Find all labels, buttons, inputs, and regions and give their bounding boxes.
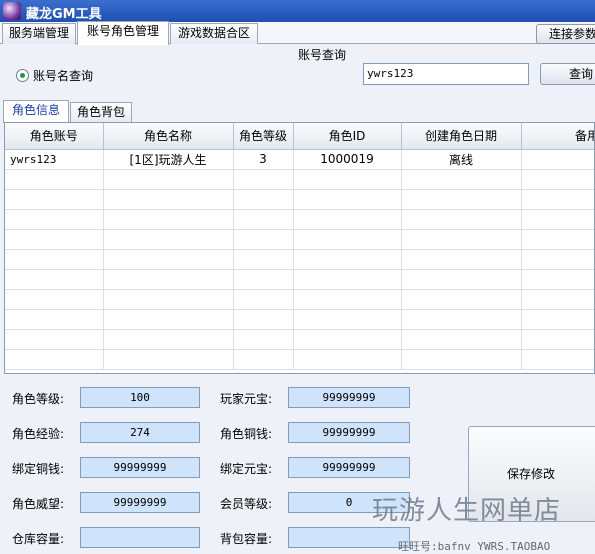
vip-level-label: 会员等级: <box>220 497 273 511</box>
bound-yuanbao-field[interactable]: 99999999 <box>288 457 410 478</box>
tab-server-management[interactable]: 服务端管理 <box>2 23 76 44</box>
bag-capacity-field[interactable] <box>288 527 410 548</box>
tab-game-data-merge[interactable]: 游戏数据合区 <box>170 23 258 44</box>
window-title: 藏龙GM工具 <box>26 7 102 22</box>
table-row <box>5 189 594 210</box>
table-row <box>5 329 594 350</box>
table-row <box>5 349 594 370</box>
column-header[interactable]: 创建角色日期 <box>401 123 522 150</box>
account-query-panel: 账号查询 账号名查询 ywrs123 查询 <box>0 45 595 95</box>
radio-label: 账号名查询 <box>33 69 94 83</box>
table-row <box>5 229 594 250</box>
table-row <box>5 309 594 330</box>
tab-role-backpack[interactable]: 角色背包 <box>70 102 132 122</box>
cell-create-date[interactable]: 离线 <box>401 149 522 170</box>
column-header[interactable]: 角色名称 <box>103 123 234 150</box>
account-query-label: 账号查询 <box>298 48 347 62</box>
bound-copper-field[interactable]: 99999999 <box>80 457 200 478</box>
watermark-text: 玩游人生网单店 <box>372 496 562 526</box>
title-bar: 藏龙GM工具 <box>0 0 595 22</box>
bag-capacity-label: 背包容量: <box>220 532 273 546</box>
player-yuanbao-field[interactable]: 99999999 <box>288 387 410 408</box>
app-logo-icon <box>3 2 21 20</box>
column-header[interactable]: 角色ID <box>293 123 402 150</box>
account-search-input[interactable]: ywrs123 <box>363 63 529 85</box>
warehouse-capacity-field[interactable] <box>80 527 200 548</box>
column-header[interactable]: 角色账号 <box>5 123 104 150</box>
tab-account-role-management[interactable]: 账号角色管理 <box>77 21 169 45</box>
role-level-label: 角色等级: <box>12 392 65 406</box>
role-prestige-label: 角色威望: <box>12 497 65 511</box>
tab-role-info[interactable]: 角色信息 <box>3 100 69 123</box>
bound-yuanbao-label: 绑定元宝: <box>220 462 273 476</box>
role-prestige-field[interactable]: 99999999 <box>80 492 200 513</box>
bound-copper-label: 绑定铜钱: <box>12 462 65 476</box>
role-edit-panel: 角色等级: 100 玩家元宝: 99999999 角色经验: 274 角色铜钱:… <box>0 378 595 554</box>
role-grid: 角色账号 角色名称 角色等级 角色ID 创建角色日期 备用列 ywrs123 [… <box>4 122 595 374</box>
cell-account[interactable]: ywrs123 <box>5 149 104 170</box>
table-row <box>5 209 594 230</box>
grid-header-row: 角色账号 角色名称 角色等级 角色ID 创建角色日期 备用列 <box>5 123 594 150</box>
table-row[interactable]: ywrs123 [1区]玩游人生 3 1000019 离线 <box>5 149 594 170</box>
cell-role-level[interactable]: 3 <box>233 149 294 170</box>
cell-role-name[interactable]: [1区]玩游人生 <box>103 149 234 170</box>
role-exp-label: 角色经验: <box>12 427 65 441</box>
sub-tab-bar: 角色信息 角色背包 <box>0 100 595 123</box>
column-header[interactable]: 备用列 <box>521 123 594 150</box>
cell-spare[interactable] <box>521 149 594 170</box>
cell-role-id[interactable]: 1000019 <box>293 149 402 170</box>
player-yuanbao-label: 玩家元宝: <box>220 392 273 406</box>
role-copper-label: 角色铜钱: <box>220 427 273 441</box>
top-tab-bar: 服务端管理 账号角色管理 游戏数据合区 <box>0 21 595 45</box>
role-exp-field[interactable]: 274 <box>80 422 200 443</box>
warehouse-capacity-label: 仓库容量: <box>12 532 65 546</box>
role-level-field[interactable]: 100 <box>80 387 200 408</box>
connection-params-button[interactable]: 连接参数 <box>536 24 595 44</box>
table-row <box>5 269 594 290</box>
watermark-subtext: 旺旺号:bafnv YWRS.TAOBAO <box>398 540 551 553</box>
radio-selected-icon[interactable] <box>16 69 29 82</box>
table-row <box>5 289 594 310</box>
column-header[interactable]: 角色等级 <box>233 123 294 150</box>
table-row <box>5 169 594 190</box>
role-copper-field[interactable]: 99999999 <box>288 422 410 443</box>
table-row <box>5 249 594 270</box>
query-button[interactable]: 查询 <box>540 63 595 85</box>
